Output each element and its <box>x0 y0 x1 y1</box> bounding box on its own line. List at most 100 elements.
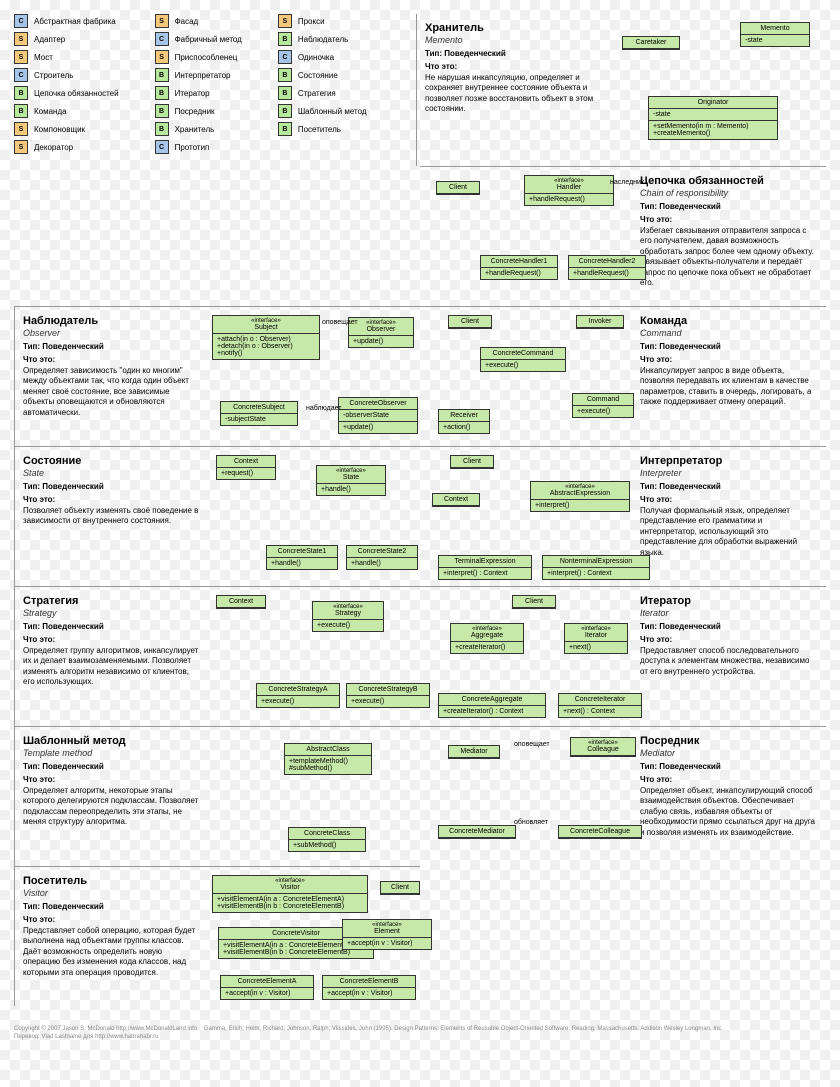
pattern-what-label: Что это: <box>23 495 55 504</box>
pattern-type-badge: S <box>155 50 169 64</box>
uml-class-name: Context <box>221 598 261 605</box>
legend-label: Шаблонный метод <box>298 107 367 116</box>
legend-label: Цепочка обязанностей <box>34 89 119 98</box>
uml-member: +execute() <box>481 360 565 371</box>
uml-class-name: Colleague <box>575 746 631 753</box>
uml-class-name: ConcreteHandler2 <box>573 258 641 265</box>
uml-class-box: ConcreteColleague <box>558 825 642 839</box>
uml-member: +execute() <box>313 620 383 631</box>
pattern-subtitle: Memento <box>425 35 606 45</box>
uml-class-name: Context <box>221 458 271 465</box>
pattern-description: Представляет собой операцию, которая буд… <box>23 926 200 978</box>
uml-class-name: ConcreteIterator <box>563 696 637 703</box>
pattern-type-badge: C <box>14 68 28 82</box>
pattern-section: СостояниеStateТип: ПоведенческийЧто это:… <box>14 446 420 586</box>
pattern-title: Цепочка обязанностей <box>640 175 818 187</box>
uml-class-box: ConcreteStrategyB +execute() <box>346 683 430 708</box>
legend-label: Прокси <box>298 17 325 26</box>
legend-item: SКомпоновщик <box>14 122 119 136</box>
pattern-title: Команда <box>640 315 818 327</box>
pattern-type-badge: S <box>278 14 292 28</box>
uml-class-name: AbstractClass <box>289 746 367 753</box>
uml-member: -subjectState <box>221 414 297 425</box>
uml-member: +execute() <box>347 696 429 707</box>
uml-diagram: ClientContext«interface»AbstractExpressi… <box>424 455 628 578</box>
pattern-what-label: Что это: <box>640 635 672 644</box>
uml-class-name: Observer <box>353 326 409 333</box>
pattern-what-label: Что это: <box>23 635 55 644</box>
uml-class-name: Element <box>347 928 427 935</box>
uml-class-box: ConcreteElementB+accept(in v : Visitor) <box>322 975 416 1000</box>
pattern-subtitle: Strategy <box>23 608 200 618</box>
uml-class-box: Invoker <box>576 315 624 329</box>
pattern-type-badge: S <box>14 50 28 64</box>
pattern-title: Состояние <box>23 455 200 467</box>
legend-label: Мост <box>34 53 53 62</box>
pattern-type-label: Тип: Поведенческий <box>640 482 721 491</box>
uml-class-name: ConcreteSubject <box>225 404 293 411</box>
uml-class-box: ConcreteAggregate+createIterator() : Con… <box>438 693 546 718</box>
uml-class-name: TerminalExpression <box>443 558 527 565</box>
pattern-type-badge: B <box>278 68 292 82</box>
uml-member: +createIterator() : Context <box>439 706 545 717</box>
pattern-section: ClientInvokerConcreteCommand+execute()Co… <box>420 306 826 446</box>
uml-class-box: Receiver+action() <box>438 409 490 434</box>
pattern-title: Посетитель <box>23 875 200 887</box>
uml-class-box: Context+request() <box>216 455 276 480</box>
uml-class-name: Client <box>441 184 475 191</box>
uml-member: +accept(in v : Visitor) <box>343 938 431 949</box>
legend-item: BХранитель <box>155 122 242 136</box>
legend-label: Интерпретатор <box>175 71 231 80</box>
uml-class-name: Client <box>453 318 487 325</box>
pattern-type-badge: S <box>14 140 28 154</box>
legend-label: Декоратор <box>34 143 73 152</box>
uml-class-name: Invoker <box>581 318 619 325</box>
uml-member: -observerState <box>339 410 417 422</box>
pattern-title: Стратегия <box>23 595 200 607</box>
legend-label: Компоновщик <box>34 125 85 134</box>
pattern-title: Итератор <box>640 595 818 607</box>
pattern-title: Наблюдатель <box>23 315 200 327</box>
legend-item: SАдаптер <box>14 32 119 46</box>
uml-member: +templateMethod() #subMethod() <box>285 756 371 774</box>
legend-label: Наблюдатель <box>298 35 348 44</box>
legend-item: B Состояние <box>278 68 367 82</box>
uml-member: +interpret() <box>531 500 629 511</box>
pattern-description: Определяет зависимость "один ко многим" … <box>23 366 200 418</box>
uml-class-box: «interface»Element+accept(in v : Visitor… <box>342 919 432 950</box>
pattern-type-badge: B <box>155 68 169 82</box>
pattern-type-badge: B <box>278 32 292 46</box>
uml-class-box: Memento-state <box>740 22 810 47</box>
pattern-description: Избегает связывания отправителя запроса … <box>640 226 818 288</box>
pattern-type-badge: C <box>14 14 28 28</box>
uml-class-box: TerminalExpression+interpret() : Context <box>438 555 532 580</box>
uml-class-name: ConcreteStrategyB <box>351 686 425 693</box>
uml-member: +handle() <box>347 558 417 569</box>
legend-item: S Декоратор <box>14 140 119 154</box>
uml-class-name: ConcreteElementA <box>225 978 309 985</box>
uml-class-box: Context <box>432 493 480 507</box>
legend-item: BКоманда <box>14 104 119 118</box>
pattern-description: Получая формальный язык, определяет пред… <box>640 506 818 558</box>
pattern-description: Определяет алгоритм, некоторые этапы кот… <box>23 786 200 828</box>
legend-item: CПрототип <box>155 140 242 154</box>
legend-item: BИтератор <box>155 86 242 100</box>
legend-label: Прототип <box>175 143 210 152</box>
legend-item: C Абстрактная фабрика <box>14 14 119 28</box>
uml-class-box: ConcreteSubject -subjectState <box>220 401 298 426</box>
uml-class-box: «interface»Iterator+next() <box>564 623 628 654</box>
pattern-subtitle: Chain of responsibility <box>640 188 818 198</box>
pattern-section: СтратегияStrategyТип: ПоведенческийЧто э… <box>14 586 420 726</box>
uml-class-name: ConcreteState1 <box>271 548 333 555</box>
uml-class-name: Context <box>437 496 475 503</box>
uml-diagram: Mediator«interface»ColleagueConcreteMedi… <box>424 735 628 858</box>
legend-label: Абстрактная фабрика <box>34 17 116 26</box>
pattern-description: Определяет объект, инкапсулирующий спосо… <box>640 786 818 838</box>
uml-class-box: ConcreteMediator <box>438 825 516 839</box>
legend-label: Состояние <box>298 71 338 80</box>
pattern-what-label: Что это: <box>23 775 55 784</box>
legend-label: Итератор <box>175 89 210 98</box>
pattern-type-badge: C <box>155 32 169 46</box>
pattern-description: Позволяет объекту изменять своё поведени… <box>23 506 200 527</box>
uml-class-box: «interface»AbstractExpression+interpret(… <box>530 481 630 512</box>
